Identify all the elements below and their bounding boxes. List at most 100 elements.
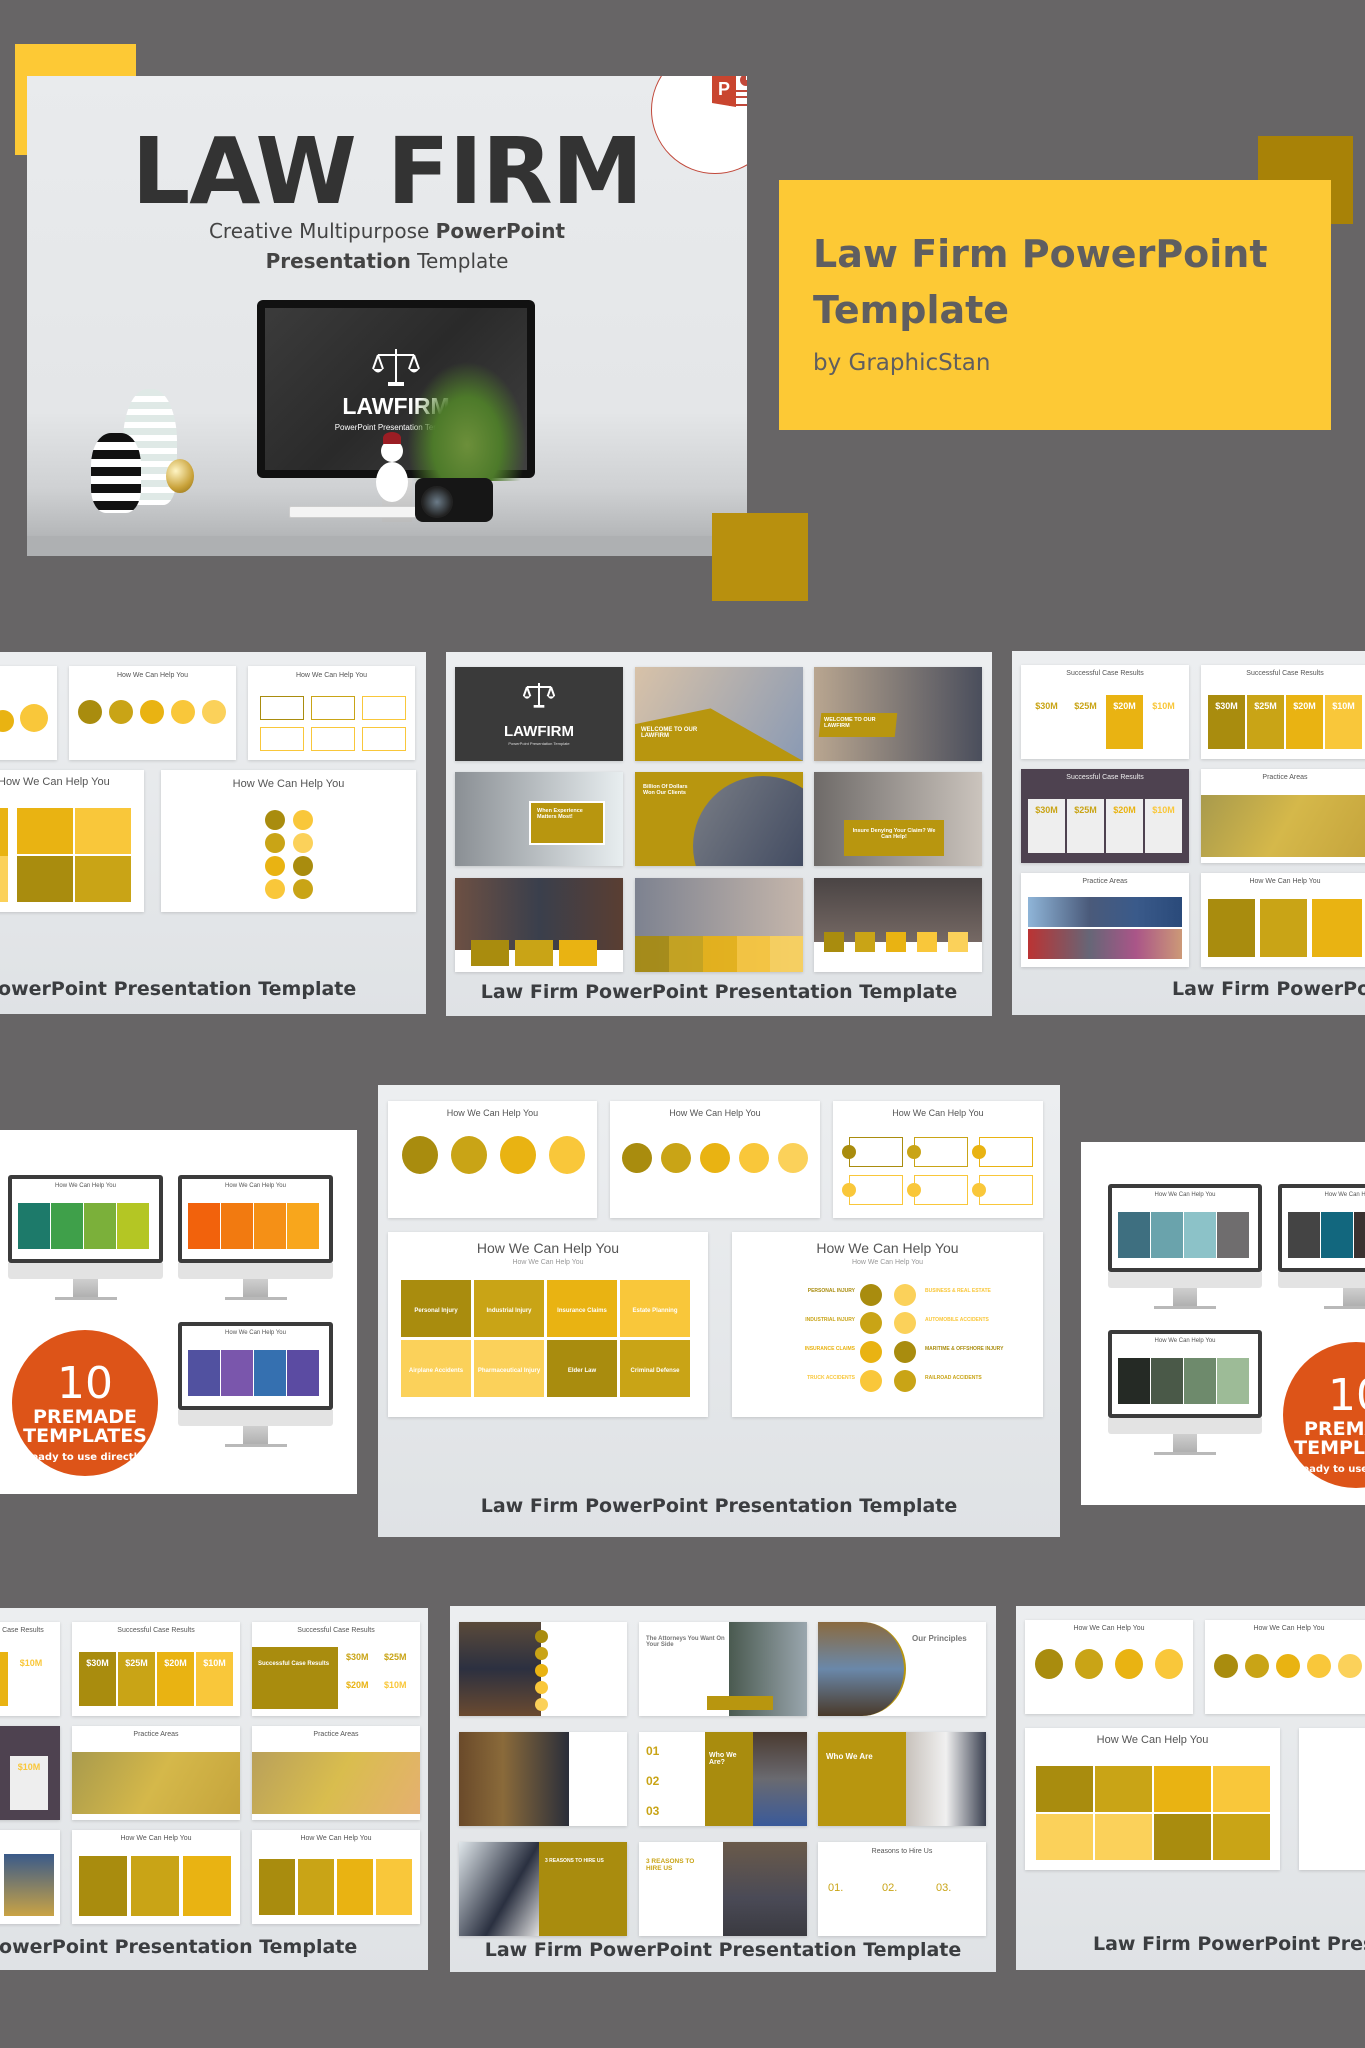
service-circle: [894, 1370, 916, 1392]
color-tile: [1151, 1358, 1183, 1404]
preview-card-premade[interactable]: How We Can Help You How We Can Help You …: [1081, 1142, 1365, 1505]
slide-title: How We Can Help You: [225, 1330, 286, 1336]
premade-count: 10: [57, 1358, 113, 1409]
slide-subtitle: How We Can Help You: [512, 1259, 584, 1266]
service-pin: [1075, 1649, 1103, 1679]
preview-card-help[interactable]: How We Can Help You How We Can Help You …: [0, 652, 426, 1014]
slide-thumb: How We Can Help You: [1201, 873, 1365, 967]
feature-tile: [635, 936, 669, 972]
slide-thumb: How We Can Help You: [388, 1101, 597, 1218]
slide-thumb: Successful Case Results $30M $25M $20M $…: [1021, 665, 1189, 759]
color-tile: [18, 1203, 50, 1249]
service-label: INSURANCE CLAIMS: [804, 1346, 855, 1352]
slide-thumb: Who We Are: [818, 1732, 986, 1826]
team-photo: [906, 1732, 986, 1826]
service-tile: [183, 1856, 231, 1916]
slide-title: How We Can Help You: [300, 1835, 372, 1842]
vase-decor: [91, 433, 141, 513]
slide-thumb: [0, 1830, 60, 1924]
color-tile: [51, 1203, 83, 1249]
slide-thumb: How We Can Help You: [69, 666, 236, 760]
preview-card-help[interactable]: How We Can Help You How We Can Help You …: [1016, 1606, 1365, 1970]
service-label: PERSONAL INJURY: [807, 1288, 855, 1294]
service-pin: [402, 1136, 438, 1174]
service-circle: [894, 1341, 916, 1363]
premade-badge: 10 PREMADE TEMPLATES ready to use direct…: [1283, 1342, 1365, 1488]
color-tile: [1118, 1358, 1150, 1404]
premade-tagline: ready to use directly: [26, 1452, 144, 1463]
feature-circle: [535, 1664, 548, 1677]
reason-number: 01.: [828, 1882, 844, 1894]
slide-thumb-features: [635, 878, 803, 972]
slide-thumb: The Attorneys You Want On Your Side: [639, 1622, 807, 1716]
service-circle: [0, 710, 14, 732]
amount-tile: $10M: [196, 1652, 233, 1706]
amount-tile: $30M: [1035, 701, 1058, 711]
color-tile: [1354, 1212, 1365, 1258]
service-circle: [1214, 1654, 1238, 1678]
svg-text:P: P: [718, 79, 730, 99]
preview-card-premade[interactable]: How We Can Help You How We Can Help You …: [0, 1130, 357, 1494]
practice-photo-strip: [252, 1752, 420, 1814]
amount-tile: $10M: [1145, 799, 1182, 853]
service-tile: Criminal Defense: [620, 1340, 690, 1397]
slide-title: Successful Case Results: [0, 1627, 44, 1634]
desk: [27, 536, 747, 556]
feature-circle: [535, 1681, 548, 1694]
slide-thumb: Successful Case Results $30M $25M $20M $…: [1201, 665, 1365, 759]
slide-thumb: Successful Case Results Successful Case …: [252, 1622, 420, 1716]
preview-card-case-results[interactable]: Successful Case Results $10M Successful …: [0, 1608, 428, 1970]
slide-thumb: How We Can Help You: [833, 1101, 1043, 1218]
service-circle: [20, 704, 48, 732]
reason-number: 02.: [882, 1882, 898, 1894]
service-circle: [202, 700, 226, 724]
card-caption: Law Firm PowerPoint Presentation Templat…: [1093, 1933, 1365, 1955]
card-caption: Law Firm PowerPoint Presentation Templat…: [480, 1495, 958, 1517]
premade-count: 10: [1328, 1370, 1365, 1421]
service-circle: [293, 879, 313, 899]
slide-title: Successful Case Results: [1246, 670, 1324, 677]
preview-card-help-large[interactable]: How We Can Help You How We Can Help You …: [378, 1085, 1060, 1537]
amount-tile: $30M: [79, 1652, 116, 1706]
slide-thumb: How We Can Help You: [0, 770, 144, 912]
preview-card-photos[interactable]: LAWFIRM PowerPoint Presentation Template…: [446, 652, 992, 1016]
slide-title: When Experience Matters Most!: [537, 808, 583, 820]
powerpoint-icon: P: [712, 76, 747, 107]
product-title: Law Firm PowerPoint Template: [813, 226, 1297, 338]
slide-thumb-billion: Billion Of Dollars Won Our Clients: [635, 772, 803, 866]
slide-thumb: How We Can Help You: [72, 1830, 240, 1924]
preview-card-about[interactable]: The Attorneys You Want On Your Side Our …: [450, 1606, 996, 1972]
preview-card-case-results[interactable]: Successful Case Results $30M $25M $20M $…: [1012, 651, 1365, 1015]
service-tile: [1213, 1766, 1270, 1812]
slide-title: 3 REASONS TO HIRE US: [646, 1858, 695, 1872]
amount-tile: $25M: [1247, 695, 1284, 749]
slide-title: How We Can Help You: [55, 1183, 116, 1189]
feature-tile: [770, 936, 803, 972]
amount-label: $25M: [384, 1652, 407, 1662]
slide-title: How We Can Help You: [1253, 1625, 1325, 1632]
monitor-mockup: How We Can Help You: [1108, 1330, 1262, 1455]
slide-thumb: How We Can Help You: [252, 1830, 420, 1924]
card-caption: Law Firm PowerPoint Presentation Templat…: [484, 1939, 962, 1961]
service-tile: [131, 1856, 179, 1916]
subtitle-bold: PowerPoint: [435, 219, 566, 243]
slide-title: How We Can Help You: [225, 1183, 286, 1189]
service-tile: [1213, 1814, 1270, 1860]
slide-title: Insure Denying Your Claim? We Can Help!: [852, 828, 936, 840]
color-tile: [1184, 1358, 1216, 1404]
lawyer-photo: [818, 1622, 906, 1716]
slide-title: How We Can Help You: [120, 1835, 192, 1842]
service-tile: [75, 856, 131, 902]
service-tile: [298, 1859, 334, 1915]
amount-tile: $20M: [157, 1652, 194, 1706]
service-tile: [17, 856, 73, 902]
color-tile: [1321, 1212, 1353, 1258]
gold-ornament: [166, 459, 194, 493]
slide-thumb: How We Can Help You: [161, 770, 416, 912]
color-tile: [1288, 1212, 1320, 1258]
slide-title: How We Can Help You: [1324, 1192, 1365, 1198]
amount-tile: $25M: [1074, 701, 1097, 711]
slide-thumb-features: [814, 878, 982, 972]
practice-photo-strip: [1201, 795, 1365, 857]
color-tile: [254, 1203, 286, 1249]
